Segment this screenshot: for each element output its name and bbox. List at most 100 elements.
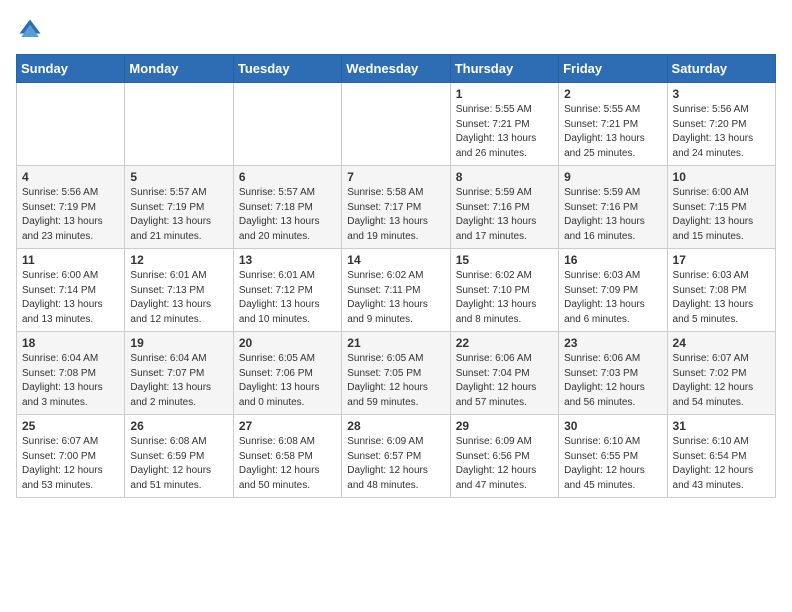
logo — [16, 16, 48, 44]
weekday-header: Sunday — [17, 55, 125, 83]
weekday-header: Saturday — [667, 55, 775, 83]
day-number: 24 — [673, 336, 770, 350]
day-info: Sunrise: 6:02 AM Sunset: 7:10 PM Dayligh… — [456, 269, 553, 327]
day-info: Sunrise: 6:05 AM Sunset: 7:05 PM Dayligh… — [347, 352, 444, 410]
weekday-header: Wednesday — [342, 55, 450, 83]
calendar-week-row: 1 Sunrise: 5:55 AM Sunset: 7:21 PM Daylig… — [17, 83, 776, 166]
calendar-cell: 4 Sunrise: 5:56 AM Sunset: 7:19 PM Daylig… — [17, 166, 125, 249]
day-number: 15 — [456, 253, 553, 267]
calendar-cell: 28 Sunrise: 6:09 AM Sunset: 6:57 PM Dayli… — [342, 415, 450, 498]
day-info: Sunrise: 6:08 AM Sunset: 6:58 PM Dayligh… — [239, 435, 336, 493]
calendar-cell: 27 Sunrise: 6:08 AM Sunset: 6:58 PM Dayli… — [233, 415, 341, 498]
day-number: 6 — [239, 170, 336, 184]
calendar-cell: 8Sunrise: 5:59 AM Sunset: 7:16 PM Daylig… — [450, 166, 558, 249]
day-info: Sunrise: 6:06 AM Sunset: 7:03 PM Dayligh… — [564, 352, 661, 410]
calendar-cell: 16Sunrise: 6:03 AM Sunset: 7:09 PM Dayli… — [559, 249, 667, 332]
day-info: Sunrise: 6:03 AM Sunset: 7:09 PM Dayligh… — [564, 269, 661, 327]
day-info: Sunrise: 5:57 AM Sunset: 7:19 PM Dayligh… — [130, 186, 227, 244]
day-info: Sunrise: 5:55 AM Sunset: 7:21 PM Dayligh… — [564, 103, 661, 161]
day-info: Sunrise: 6:06 AM Sunset: 7:04 PM Dayligh… — [456, 352, 553, 410]
calendar-cell: 31 Sunrise: 6:10 AM Sunset: 6:54 PM Dayli… — [667, 415, 775, 498]
calendar-cell: 5 Sunrise: 5:57 AM Sunset: 7:19 PM Daylig… — [125, 166, 233, 249]
day-info: Sunrise: 6:04 AM Sunset: 7:07 PM Dayligh… — [130, 352, 227, 410]
calendar-cell: 17 Sunrise: 6:03 AM Sunset: 7:08 PM Dayli… — [667, 249, 775, 332]
calendar-cell — [342, 83, 450, 166]
day-number: 17 — [673, 253, 770, 267]
calendar-week-row: 18 Sunrise: 6:04 AM Sunset: 7:08 PM Dayli… — [17, 332, 776, 415]
calendar-week-row: 4 Sunrise: 5:56 AM Sunset: 7:19 PM Daylig… — [17, 166, 776, 249]
calendar-week-row: 25 Sunrise: 6:07 AM Sunset: 7:00 PM Dayli… — [17, 415, 776, 498]
calendar-cell: 23 Sunrise: 6:06 AM Sunset: 7:03 PM Dayli… — [559, 332, 667, 415]
calendar-cell: 14 Sunrise: 6:02 AM Sunset: 7:11 PM Dayli… — [342, 249, 450, 332]
day-number: 10 — [673, 170, 770, 184]
day-number: 31 — [673, 419, 770, 433]
day-number: 29 — [456, 419, 553, 433]
day-number: 19 — [130, 336, 227, 350]
day-info: Sunrise: 6:09 AM Sunset: 6:57 PM Dayligh… — [347, 435, 444, 493]
calendar-cell: 21Sunrise: 6:05 AM Sunset: 7:05 PM Dayli… — [342, 332, 450, 415]
day-number: 26 — [130, 419, 227, 433]
day-number: 14 — [347, 253, 444, 267]
day-number: 12 — [130, 253, 227, 267]
calendar-cell: 18 Sunrise: 6:04 AM Sunset: 7:08 PM Dayli… — [17, 332, 125, 415]
day-info: Sunrise: 6:10 AM Sunset: 6:54 PM Dayligh… — [673, 435, 770, 493]
weekday-header: Friday — [559, 55, 667, 83]
calendar-cell: 22 Sunrise: 6:06 AM Sunset: 7:04 PM Dayli… — [450, 332, 558, 415]
day-info: Sunrise: 6:01 AM Sunset: 7:13 PM Dayligh… — [130, 269, 227, 327]
calendar-cell: 3 Sunrise: 5:56 AM Sunset: 7:20 PM Daylig… — [667, 83, 775, 166]
day-info: Sunrise: 6:00 AM Sunset: 7:14 PM Dayligh… — [22, 269, 119, 327]
day-info: Sunrise: 6:00 AM Sunset: 7:15 PM Dayligh… — [673, 186, 770, 244]
day-number: 27 — [239, 419, 336, 433]
day-info: Sunrise: 6:09 AM Sunset: 6:56 PM Dayligh… — [456, 435, 553, 493]
day-info: Sunrise: 5:56 AM Sunset: 7:19 PM Dayligh… — [22, 186, 119, 244]
day-info: Sunrise: 5:59 AM Sunset: 7:16 PM Dayligh… — [456, 186, 553, 244]
day-info: Sunrise: 5:56 AM Sunset: 7:20 PM Dayligh… — [673, 103, 770, 161]
calendar-cell — [17, 83, 125, 166]
day-info: Sunrise: 6:02 AM Sunset: 7:11 PM Dayligh… — [347, 269, 444, 327]
calendar-cell: 29 Sunrise: 6:09 AM Sunset: 6:56 PM Dayli… — [450, 415, 558, 498]
weekday-header: Tuesday — [233, 55, 341, 83]
day-number: 1 — [456, 87, 553, 101]
day-number: 30 — [564, 419, 661, 433]
day-number: 5 — [130, 170, 227, 184]
calendar-cell: 26Sunrise: 6:08 AM Sunset: 6:59 PM Dayli… — [125, 415, 233, 498]
calendar-cell: 30 Sunrise: 6:10 AM Sunset: 6:55 PM Dayli… — [559, 415, 667, 498]
calendar-cell: 20Sunrise: 6:05 AM Sunset: 7:06 PM Dayli… — [233, 332, 341, 415]
calendar-cell: 7Sunrise: 5:58 AM Sunset: 7:17 PM Daylig… — [342, 166, 450, 249]
calendar-cell: 11 Sunrise: 6:00 AM Sunset: 7:14 PM Dayli… — [17, 249, 125, 332]
day-number: 3 — [673, 87, 770, 101]
calendar-cell — [125, 83, 233, 166]
calendar-cell: 13 Sunrise: 6:01 AM Sunset: 7:12 PM Dayli… — [233, 249, 341, 332]
day-info: Sunrise: 6:10 AM Sunset: 6:55 PM Dayligh… — [564, 435, 661, 493]
day-number: 7 — [347, 170, 444, 184]
day-number: 20 — [239, 336, 336, 350]
logo-icon — [16, 16, 44, 44]
day-number: 4 — [22, 170, 119, 184]
day-number: 13 — [239, 253, 336, 267]
day-number: 11 — [22, 253, 119, 267]
calendar-cell: 2 Sunrise: 5:55 AM Sunset: 7:21 PM Daylig… — [559, 83, 667, 166]
day-info: Sunrise: 5:59 AM Sunset: 7:16 PM Dayligh… — [564, 186, 661, 244]
day-info: Sunrise: 6:04 AM Sunset: 7:08 PM Dayligh… — [22, 352, 119, 410]
calendar-header-row: SundayMondayTuesdayWednesdayThursdayFrid… — [17, 55, 776, 83]
calendar-cell: 1Sunrise: 5:55 AM Sunset: 7:21 PM Daylig… — [450, 83, 558, 166]
weekday-header: Thursday — [450, 55, 558, 83]
day-number: 2 — [564, 87, 661, 101]
day-number: 22 — [456, 336, 553, 350]
day-info: Sunrise: 6:07 AM Sunset: 7:00 PM Dayligh… — [22, 435, 119, 493]
calendar-cell: 25 Sunrise: 6:07 AM Sunset: 7:00 PM Dayli… — [17, 415, 125, 498]
calendar-week-row: 11 Sunrise: 6:00 AM Sunset: 7:14 PM Dayli… — [17, 249, 776, 332]
day-number: 28 — [347, 419, 444, 433]
day-number: 9 — [564, 170, 661, 184]
calendar-cell — [233, 83, 341, 166]
day-info: Sunrise: 6:01 AM Sunset: 7:12 PM Dayligh… — [239, 269, 336, 327]
day-number: 23 — [564, 336, 661, 350]
day-number: 18 — [22, 336, 119, 350]
calendar-table: SundayMondayTuesdayWednesdayThursdayFrid… — [16, 54, 776, 498]
day-info: Sunrise: 6:03 AM Sunset: 7:08 PM Dayligh… — [673, 269, 770, 327]
day-number: 25 — [22, 419, 119, 433]
calendar-cell: 9 Sunrise: 5:59 AM Sunset: 7:16 PM Daylig… — [559, 166, 667, 249]
calendar-cell: 24Sunrise: 6:07 AM Sunset: 7:02 PM Dayli… — [667, 332, 775, 415]
calendar-cell: 15 Sunrise: 6:02 AM Sunset: 7:10 PM Dayli… — [450, 249, 558, 332]
weekday-header: Monday — [125, 55, 233, 83]
